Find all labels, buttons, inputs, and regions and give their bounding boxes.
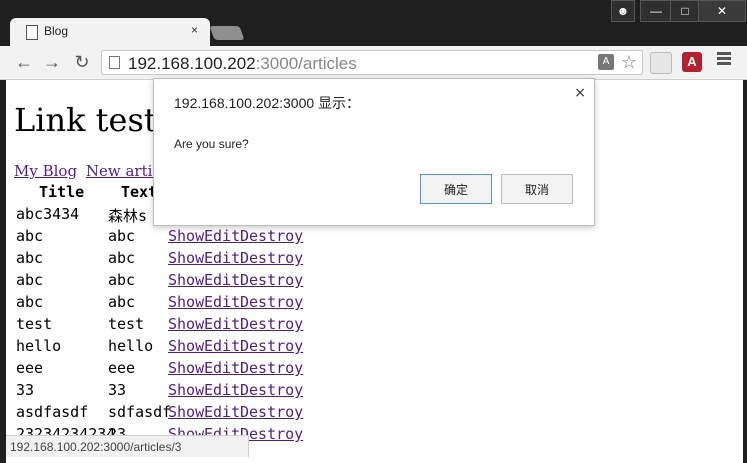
browser-window: Blog × ☻ — □ ✕ ← → ↻ 192.168.100.202:300…	[0, 0, 747, 463]
edit-link[interactable]: Edit	[204, 271, 240, 289]
reload-icon[interactable]: ↻	[72, 52, 92, 72]
title-bar: Blog × ☻ — □ ✕	[0, 0, 747, 46]
show-link[interactable]: Show	[168, 293, 204, 311]
edit-link[interactable]: Edit	[204, 315, 240, 333]
browser-tab[interactable]: Blog ×	[10, 18, 210, 46]
row-text: 森林s	[108, 207, 148, 225]
dialog-close-icon[interactable]: ×	[574, 85, 586, 101]
destroy-link[interactable]: Destroy	[240, 227, 303, 245]
url-host: 192.168.100.202	[128, 54, 256, 73]
row-text: hello	[108, 337, 154, 355]
tab-title: Blog	[44, 24, 69, 38]
row-text: 33	[108, 381, 127, 399]
row-title: abc	[16, 227, 44, 245]
header-text: Text	[121, 183, 158, 201]
destroy-link[interactable]: Destroy	[240, 271, 303, 289]
row-text: abc	[108, 293, 136, 311]
edit-link[interactable]: Edit	[204, 381, 240, 399]
minimize-button[interactable]: —	[640, 0, 672, 22]
row-title: 33	[16, 381, 35, 399]
document-icon	[26, 25, 38, 40]
destroy-link[interactable]: Destroy	[240, 359, 303, 377]
destroy-link[interactable]: Destroy	[240, 249, 303, 267]
edit-link[interactable]: Edit	[204, 359, 240, 377]
status-bar: 192.168.100.202:3000/articles/3	[6, 435, 249, 457]
show-link[interactable]: Show	[168, 271, 204, 289]
page-title: Link test	[14, 101, 157, 139]
row-text: abc	[108, 249, 136, 267]
destroy-link[interactable]: Destroy	[240, 337, 303, 355]
row-title: abc	[16, 271, 44, 289]
destroy-link[interactable]: Destroy	[240, 425, 303, 443]
close-window-button[interactable]: ✕	[698, 0, 746, 22]
destroy-link[interactable]: Destroy	[240, 403, 303, 421]
translate-icon[interactable]: A	[598, 54, 614, 70]
row-text: eee	[108, 359, 136, 377]
menu-icon[interactable]	[717, 52, 731, 66]
address-bar[interactable]: 192.168.100.202:3000/articles A ☆	[101, 50, 643, 75]
back-icon[interactable]: ←	[14, 52, 34, 72]
my-blog-link[interactable]: My Blog	[14, 162, 77, 180]
url-path: :3000/articles	[255, 54, 357, 73]
row-title: eee	[16, 359, 44, 377]
row-title: test	[16, 315, 53, 333]
user-icon[interactable]: ☻	[611, 0, 635, 22]
tab-close-icon[interactable]: ×	[191, 23, 198, 37]
forward-icon[interactable]: →	[42, 52, 62, 72]
row-title: abc	[16, 293, 44, 311]
show-link[interactable]: Show	[168, 227, 204, 245]
row-text: test	[108, 315, 145, 333]
destroy-link[interactable]: Destroy	[240, 381, 303, 399]
edit-link[interactable]: Edit	[204, 403, 240, 421]
maximize-button[interactable]: □	[670, 0, 700, 22]
ok-button[interactable]: 确定	[420, 174, 492, 204]
row-text: sdfasdf	[108, 403, 172, 421]
edit-link[interactable]: Edit	[204, 249, 240, 267]
page-icon	[109, 56, 120, 69]
show-link[interactable]: Show	[168, 249, 204, 267]
edit-link[interactable]: Edit	[204, 293, 240, 311]
show-link[interactable]: Show	[168, 381, 204, 399]
destroy-link[interactable]: Destroy	[240, 293, 303, 311]
cancel-button[interactable]: 取消	[501, 174, 573, 204]
url-text[interactable]: 192.168.100.202:3000/articles	[128, 54, 357, 74]
row-title: asdfasdf	[16, 403, 89, 421]
bookmark-star-icon[interactable]: ☆	[621, 52, 637, 73]
dialog-title: 192.168.100.202:3000 显示：	[174, 95, 361, 111]
show-link[interactable]: Show	[168, 403, 204, 421]
row-title: hello	[16, 337, 62, 355]
show-link[interactable]: Show	[168, 359, 204, 377]
edit-link[interactable]: Edit	[204, 227, 240, 245]
row-title: abc3434	[16, 205, 80, 223]
show-link[interactable]: Show	[168, 337, 204, 355]
confirm-dialog: 192.168.100.202:3000 显示： × Are you sure?…	[153, 78, 595, 226]
header-title: Title	[39, 183, 85, 201]
destroy-link[interactable]: Destroy	[240, 315, 303, 333]
browser-toolbar: ← → ↻ 192.168.100.202:3000/articles A ☆ …	[0, 46, 747, 80]
row-title: abc	[16, 249, 44, 267]
show-link[interactable]: Show	[168, 315, 204, 333]
dialog-message: Are you sure?	[174, 137, 249, 151]
row-text: abc	[108, 271, 136, 289]
extension-lock-icon[interactable]	[650, 52, 672, 74]
acrobat-icon[interactable]: A	[682, 52, 702, 72]
edit-link[interactable]: Edit	[204, 337, 240, 355]
new-tab-button[interactable]	[209, 26, 245, 40]
row-text: abc	[108, 227, 136, 245]
